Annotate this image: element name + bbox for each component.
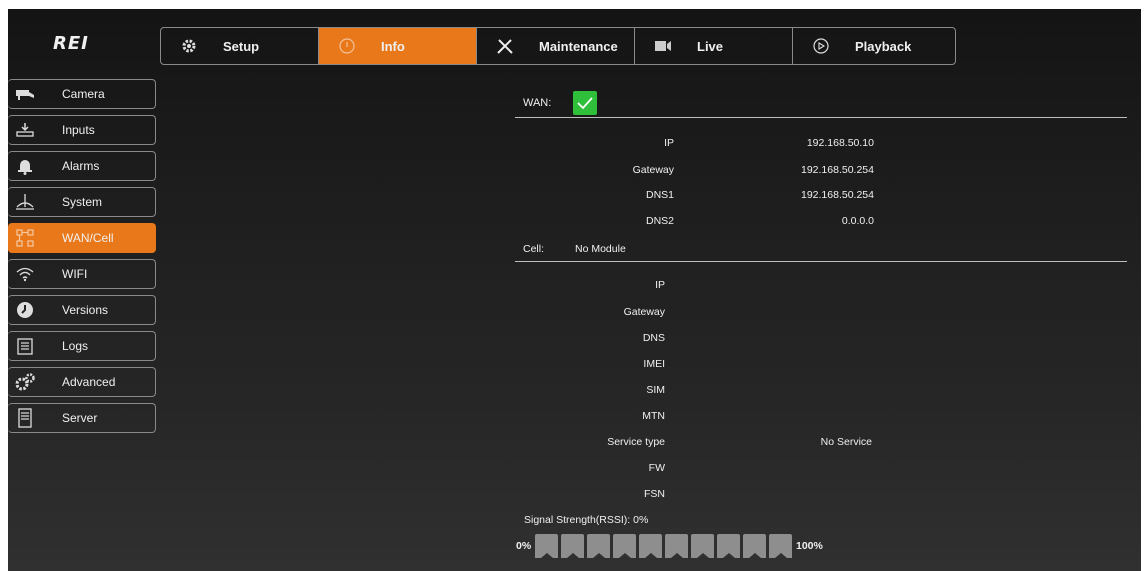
tab-live[interactable]: Live — [635, 28, 793, 64]
sidebar-item-label: Server — [62, 411, 98, 425]
signal-segment — [613, 534, 636, 558]
check-icon — [577, 97, 593, 110]
signal-strength-bar — [535, 534, 792, 558]
sidebar-item-logs[interactable]: Logs — [8, 331, 156, 361]
cell-imei-label: IMEI — [643, 358, 665, 370]
signal-segment — [561, 534, 584, 558]
tab-playback-label: Playback — [855, 38, 912, 54]
app-window: REI Setup Info Maintenance Live Playback… — [8, 9, 1141, 571]
signal-min-label: 0% — [516, 540, 532, 552]
signal-segment — [691, 534, 714, 558]
bell-icon — [14, 155, 36, 177]
system-icon — [14, 191, 36, 213]
sidebar-item-versions[interactable]: Versions — [8, 295, 156, 325]
tab-info-label: Info — [381, 38, 405, 54]
sidebar-item-label: Advanced — [62, 375, 116, 389]
sidebar-item-inputs[interactable]: Inputs — [8, 115, 156, 145]
versions-icon — [14, 299, 36, 321]
gears-icon — [14, 371, 36, 393]
sidebar-item-label: System — [62, 195, 103, 209]
wifi-icon — [14, 263, 36, 285]
wan-ip-label: IP — [664, 137, 674, 149]
cell-fw-label: FW — [648, 462, 665, 474]
signal-segment — [743, 534, 766, 558]
sidebar-item-label: Versions — [62, 303, 109, 317]
cell-ip-label: IP — [655, 279, 665, 291]
server-icon — [14, 407, 36, 429]
cell-status: No Module — [575, 243, 626, 255]
signal-max-label: 100% — [796, 540, 823, 552]
tab-playback[interactable]: Playback — [793, 28, 951, 64]
cell-service-type-label: Service type — [607, 436, 665, 448]
sidebar-item-alarms[interactable]: Alarms — [8, 151, 156, 181]
cell-fsn-label: FSN — [644, 488, 665, 500]
tab-live-label: Live — [697, 38, 724, 54]
sidebar-item-label: WIFI — [62, 267, 88, 281]
logo: REI — [53, 33, 89, 54]
sidebar-item-camera[interactable]: Camera — [8, 79, 156, 109]
sidebar-item-server[interactable]: Server — [8, 403, 156, 433]
wan-gateway-label: Gateway — [632, 164, 674, 176]
wan-gateway-value: 192.168.50.254 — [801, 164, 874, 176]
inputs-icon — [14, 119, 36, 141]
sidebar-item-advanced[interactable]: Advanced — [8, 367, 156, 397]
play-icon — [811, 36, 831, 56]
sidebar-item-label: WAN/Cell — [62, 231, 114, 245]
sidebar-item-system[interactable]: System — [8, 187, 156, 217]
cell-label: Cell: — [523, 243, 545, 255]
cell-service-type-value: No Service — [820, 436, 872, 448]
gear-icon — [179, 36, 199, 56]
wan-ip-value: 192.168.50.10 — [806, 137, 874, 149]
divider — [515, 261, 1127, 262]
wan-dns1-label: DNS1 — [645, 189, 674, 201]
sidebar-item-wifi[interactable]: WIFI — [8, 259, 156, 289]
logs-icon — [14, 335, 36, 357]
tools-icon — [495, 36, 515, 56]
divider — [515, 117, 1127, 118]
tab-info[interactable]: Info — [319, 28, 477, 64]
cell-dns-label: DNS — [642, 332, 665, 344]
signal-segment — [769, 534, 792, 558]
sidebar-item-wan-cell[interactable]: WAN/Cell — [8, 223, 156, 253]
cell-gateway-label: Gateway — [623, 306, 665, 318]
wan-enable-checkbox[interactable] — [573, 91, 597, 115]
signal-segment — [665, 534, 688, 558]
sidebar-item-label: Alarms — [62, 159, 100, 173]
cell-sim-label: SIM — [646, 384, 665, 396]
signal-segment — [717, 534, 740, 558]
network-icon — [14, 227, 36, 249]
tab-setup-label: Setup — [223, 38, 260, 54]
wan-label: WAN: — [523, 97, 552, 109]
cell-mtn-label: MTN — [642, 410, 665, 422]
tab-maintenance-label: Maintenance — [539, 38, 618, 54]
camera-icon — [14, 83, 36, 105]
sidebar-item-label: Inputs — [62, 123, 95, 137]
signal-segment — [535, 534, 558, 558]
wan-dns1-value: 192.168.50.254 — [801, 189, 874, 201]
camera-icon — [653, 36, 673, 56]
signal-strength-label: Signal Strength(RSSI): 0% — [524, 514, 649, 526]
wan-dns2-label: DNS2 — [645, 215, 674, 227]
signal-segment — [587, 534, 610, 558]
tab-maintenance[interactable]: Maintenance — [477, 28, 635, 64]
top-nav: Setup Info Maintenance Live Playback — [160, 27, 956, 65]
info-icon — [337, 36, 357, 56]
sidebar-item-label: Logs — [62, 339, 89, 353]
wan-dns2-value: 0.0.0.0 — [841, 215, 874, 227]
signal-segment — [639, 534, 662, 558]
tab-setup[interactable]: Setup — [161, 28, 319, 64]
sidebar-item-label: Camera — [62, 87, 105, 101]
sidebar: Camera Inputs Alarms System WAN/Cell WIF… — [8, 79, 156, 439]
